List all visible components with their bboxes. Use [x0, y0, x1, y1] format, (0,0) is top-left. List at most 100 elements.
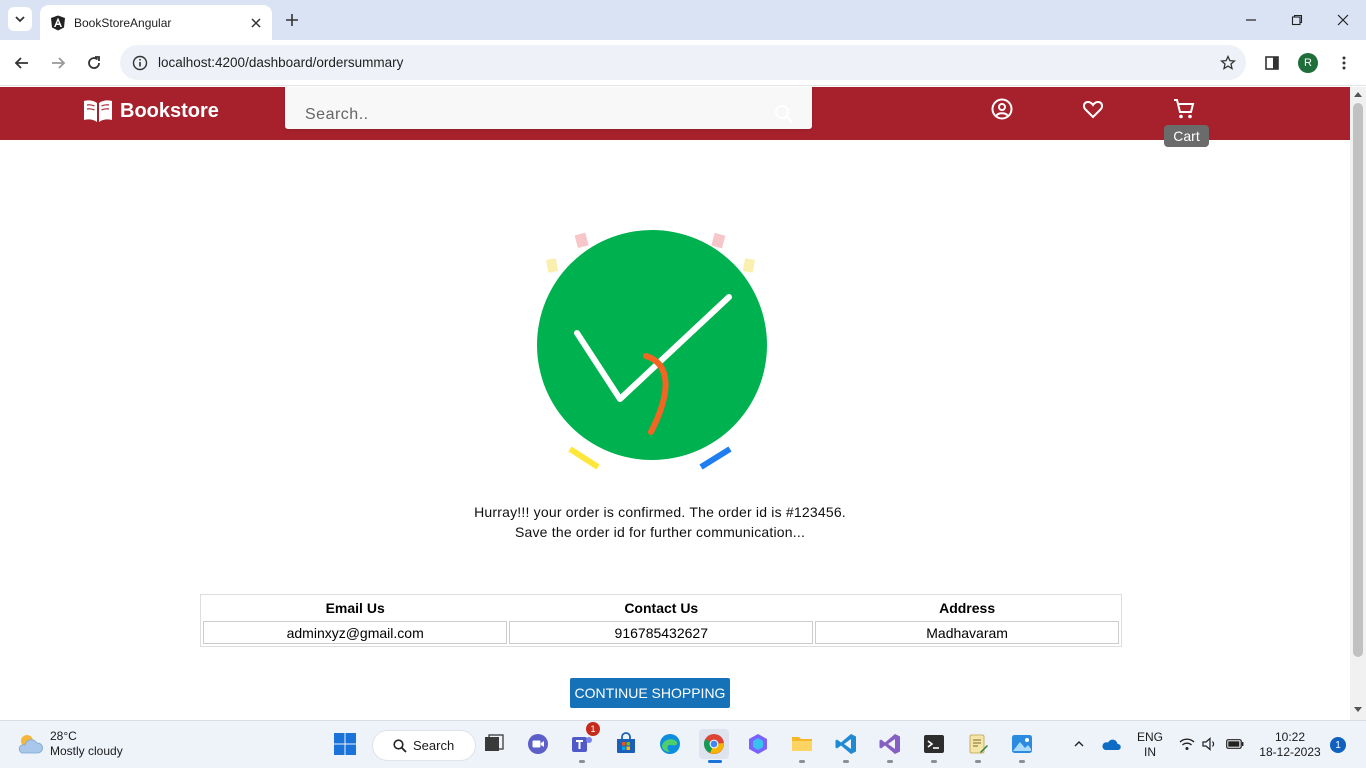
taskbar-app-visual-studio[interactable] [875, 729, 905, 759]
bookmark-star-icon[interactable] [1210, 54, 1246, 71]
volume-status[interactable] [1199, 729, 1221, 759]
arrow-right-icon [52, 57, 66, 69]
profile-button[interactable] [990, 97, 1014, 121]
contact-header: Contact Us [624, 600, 699, 616]
weather-widget[interactable]: 28°C Mostly cloudy [16, 729, 123, 759]
notification-badge[interactable]: 1 [1330, 737, 1346, 753]
browser-tab-strip: BookStoreAngular [0, 0, 1366, 40]
vscode-icon [835, 734, 856, 754]
close-window-button[interactable] [1320, 0, 1366, 40]
search-input[interactable] [285, 87, 765, 129]
arrow-left-icon [14, 57, 28, 69]
start-button[interactable] [330, 729, 360, 759]
account-circle-icon [991, 98, 1013, 120]
brand-name: Bookstore [120, 99, 219, 122]
table-header-row: Email Us Contact Us Address [203, 597, 1119, 619]
show-hidden-icons-button[interactable] [1066, 729, 1092, 759]
url-text: localhost:4200/dashboard/ordersummary [158, 55, 404, 70]
order-confirmation-message: Hurray!!! your order is confirmed. The o… [0, 502, 1320, 542]
cart-button[interactable] [1172, 97, 1196, 121]
new-tab-button[interactable] [280, 8, 304, 32]
wifi-status[interactable] [1176, 729, 1198, 759]
scrollbar-thumb[interactable] [1353, 103, 1363, 657]
windows-taskbar: 28°C Mostly cloudy Search 1 ENG IN 10:22… [0, 720, 1366, 768]
battery-status[interactable] [1223, 729, 1247, 759]
restore-button[interactable] [1274, 0, 1320, 40]
edge-browser-icon [660, 734, 680, 754]
side-panel-icon [1265, 56, 1279, 70]
taskbar-app-copilot[interactable] [743, 729, 773, 759]
minimize-icon [1246, 19, 1256, 21]
battery-icon [1226, 739, 1244, 749]
brand-logo[interactable]: Bookstore [82, 97, 219, 125]
windows-logo-icon [334, 733, 356, 755]
weather-desc: Mostly cloudy [50, 744, 123, 758]
page-scrollbar[interactable] [1350, 87, 1366, 720]
confetti-piece [574, 232, 589, 249]
chevron-down-icon [15, 16, 25, 23]
back-button[interactable] [8, 49, 36, 77]
blue-streak [699, 446, 732, 470]
taskbar-app-chrome[interactable] [699, 729, 729, 759]
store-icon [617, 732, 635, 753]
browser-toolbar: localhost:4200/dashboard/ordersummary R [0, 40, 1366, 86]
address-value: Madhavaram [815, 621, 1119, 644]
taskbar-app-store[interactable] [611, 729, 641, 759]
address-bar[interactable]: localhost:4200/dashboard/ordersummary [120, 45, 1246, 80]
contact-info-table: Email Us Contact Us Address adminxyz@gma… [200, 594, 1122, 647]
browser-menu-button[interactable] [1330, 49, 1358, 77]
clock[interactable]: 10:22 18-12-2023 [1252, 730, 1328, 760]
region-code: IN [1144, 745, 1156, 759]
clock-date: 18-12-2023 [1259, 745, 1321, 759]
task-view-icon [485, 734, 504, 751]
browser-tab[interactable]: BookStoreAngular [40, 5, 272, 40]
scroll-down-arrow-icon[interactable] [1354, 707, 1362, 712]
task-view-button[interactable] [479, 729, 509, 759]
scroll-up-arrow-icon[interactable] [1354, 92, 1362, 97]
taskbar-app-vscode[interactable] [831, 729, 861, 759]
continue-shopping-button[interactable]: CONTINUE SHOPPING [570, 678, 730, 708]
yellow-streak [568, 446, 600, 470]
side-panel-button[interactable] [1258, 49, 1286, 77]
wifi-icon [1179, 738, 1195, 750]
contact-value: 916785432627 [509, 621, 814, 644]
book-icon [84, 100, 112, 122]
cart-tooltip: Cart [1164, 125, 1209, 147]
taskbar-app-photos[interactable] [1007, 729, 1037, 759]
taskbar-app-teams[interactable]: 1 [567, 722, 600, 759]
plus-icon [286, 14, 298, 26]
angular-logo-icon [51, 15, 65, 30]
reload-button[interactable] [80, 49, 108, 77]
search-bar [285, 87, 812, 129]
taskbar-app-edge[interactable] [655, 729, 685, 759]
close-tab-icon[interactable] [246, 13, 266, 33]
email-value: adminxyz@gmail.com [203, 621, 508, 644]
site-info-icon[interactable] [122, 55, 158, 71]
taskbar-app-terminal[interactable] [919, 729, 949, 759]
search-icon[interactable] [773, 103, 795, 125]
wishlist-button[interactable] [1081, 97, 1105, 121]
confetti-piece [711, 232, 726, 249]
taskbar-search[interactable]: Search [372, 730, 476, 761]
profile-avatar[interactable]: R [1298, 53, 1318, 73]
onedrive-button[interactable] [1098, 729, 1124, 759]
email-header: Email Us [325, 600, 385, 616]
copilot-icon [749, 734, 767, 754]
language-code: ENG [1136, 730, 1163, 744]
minimize-button[interactable] [1228, 0, 1274, 40]
chrome-icon [704, 734, 724, 754]
language-indicator[interactable]: ENG IN [1136, 730, 1164, 760]
forward-button[interactable] [44, 49, 72, 77]
taskbar-app-meet[interactable] [523, 729, 553, 759]
taskbar-app-file-explorer[interactable] [787, 729, 817, 759]
close-icon [1337, 14, 1349, 26]
cart-icon [1174, 99, 1195, 119]
photos-icon [1012, 735, 1032, 753]
taskbar-app-notepad[interactable] [963, 729, 993, 759]
tab-search-button[interactable] [8, 7, 32, 31]
tab-title: BookStoreAngular [74, 15, 172, 30]
terminal-icon [924, 735, 944, 753]
restore-icon [1291, 14, 1303, 26]
more-vertical-icon [1342, 56, 1346, 70]
speaker-icon [1202, 737, 1215, 751]
